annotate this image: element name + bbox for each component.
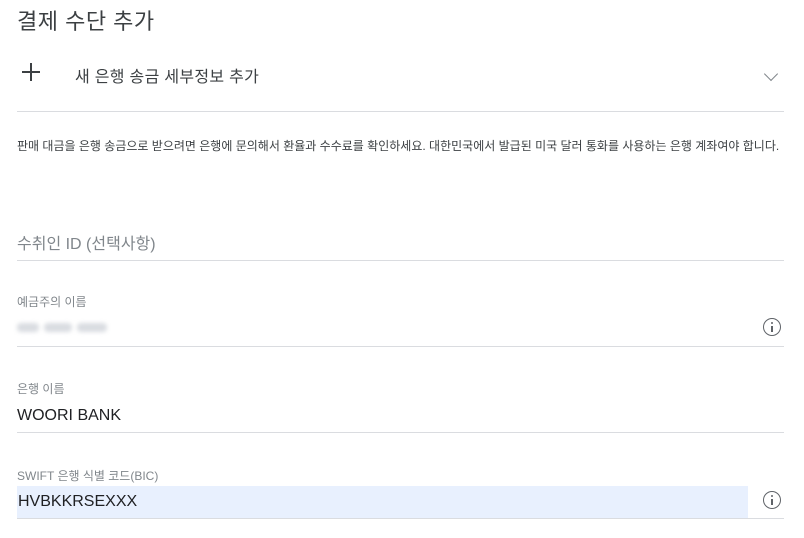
page-title: 결제 수단 추가: [17, 9, 155, 34]
bank-transfer-notice: 판매 대금을 은행 송금으로 받으려면 은행에 문의해서 환율과 수수료를 확인…: [17, 139, 780, 153]
bank-name-value[interactable]: WOORI BANK: [17, 407, 121, 425]
add-bank-transfer-row[interactable]: 새 은행 송금 세부정보 추가: [17, 54, 784, 112]
swift-code-field[interactable]: SWIFT 은행 식별 코드(BIC) HVBKKRSEXXX: [17, 462, 784, 519]
bank-name-field[interactable]: 은행 이름 WOORI BANK: [17, 377, 784, 433]
account-holder-value-redacted: [17, 320, 115, 334]
info-icon[interactable]: [763, 318, 781, 336]
account-holder-label: 예금주의 이름: [17, 295, 87, 309]
swift-code-input[interactable]: HVBKKRSEXXX: [17, 486, 748, 518]
bank-name-label: 은행 이름: [17, 382, 65, 396]
recipient-id-field[interactable]: 수취인 ID (선택사항): [17, 218, 784, 261]
account-holder-field[interactable]: 예금주의 이름: [17, 288, 784, 347]
add-bank-transfer-label: 새 은행 송금 세부정보 추가: [75, 69, 260, 86]
recipient-id-placeholder: 수취인 ID (선택사항): [17, 236, 156, 253]
chevron-down-icon[interactable]: [763, 66, 779, 82]
info-icon[interactable]: [763, 491, 781, 509]
plus-icon: [22, 63, 40, 81]
swift-code-value[interactable]: HVBKKRSEXXX: [18, 493, 137, 511]
swift-code-label: SWIFT 은행 식별 코드(BIC): [17, 469, 159, 483]
